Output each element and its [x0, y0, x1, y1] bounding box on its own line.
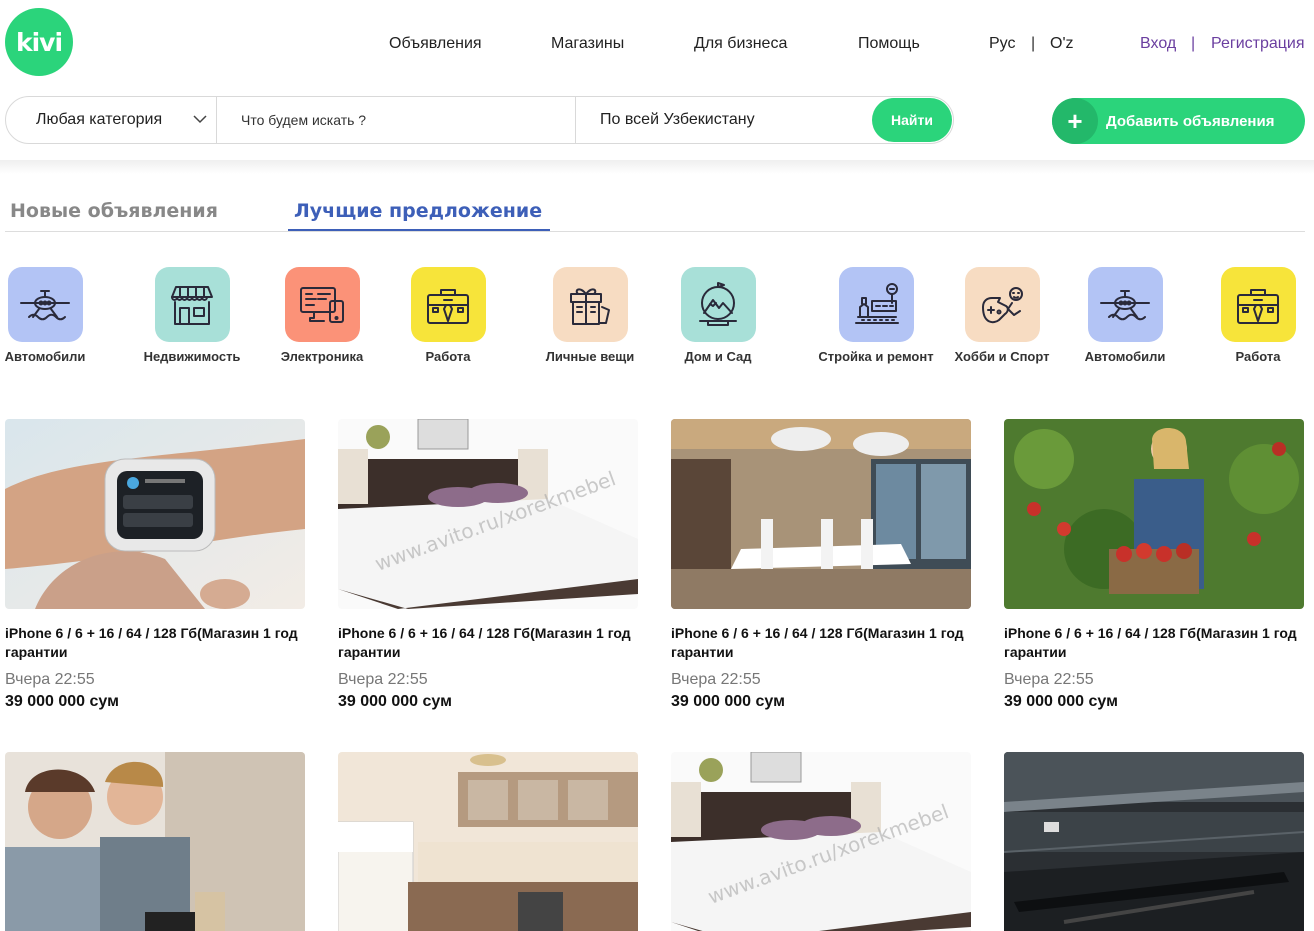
- briefcase-icon: [1220, 267, 1296, 342]
- listing-title[interactable]: iPhone 6 / 6 + 16 / 64 / 128 Гб(Магазин …: [671, 624, 966, 662]
- category-label: Работа: [425, 349, 471, 364]
- listing-title[interactable]: iPhone 6 / 6 + 16 / 64 / 128 Гб(Магазин …: [5, 624, 300, 662]
- search-input[interactable]: [218, 97, 576, 143]
- header-shadow: [0, 160, 1314, 174]
- listing-card[interactable]: [1004, 752, 1304, 931]
- active-tab-indicator: [288, 229, 550, 231]
- tab-best-offers[interactable]: Лучщие предложение: [294, 200, 542, 222]
- category-select-value: Любая категория: [36, 111, 163, 128]
- listing-price: 39 000 000 сум: [5, 693, 119, 710]
- listing-card[interactable]: iPhone 6 / 6 + 16 / 64 / 128 Гб(Магазин …: [671, 419, 971, 711]
- store-icon: [154, 267, 230, 342]
- nav-ads[interactable]: Объявления: [389, 35, 482, 53]
- dining-room-photo[interactable]: [671, 419, 971, 609]
- airplane-icon: [7, 267, 83, 342]
- people-laptop-photo[interactable]: [5, 752, 305, 931]
- category-item[interactable]: Работа: [373, 267, 523, 364]
- add-listing-label: Добавить объявления: [1106, 112, 1275, 130]
- listing-card[interactable]: [5, 752, 305, 931]
- category-label: Работа: [1235, 349, 1281, 364]
- nav-help[interactable]: Помощь: [858, 35, 920, 53]
- search-button[interactable]: Найти: [872, 98, 952, 142]
- mountain-icon: [680, 267, 756, 342]
- kivi-logo[interactable]: kivi: [5, 8, 73, 76]
- apple-picking-photo[interactable]: [1004, 419, 1304, 609]
- search-bar: Любая категория По всей Узбекистану Найт…: [5, 96, 954, 144]
- nav-business[interactable]: Для бизнеса: [694, 35, 787, 53]
- listing-price: 39 000 000 сум: [671, 693, 785, 710]
- gamepad-icon: [964, 267, 1040, 342]
- listing-card[interactable]: iPhone 6 / 6 + 16 / 64 / 128 Гб(Магазин …: [5, 419, 305, 711]
- kitchen-photo[interactable]: [338, 752, 638, 931]
- listing-price: 39 000 000 сум: [1004, 693, 1118, 710]
- tab-new-listings[interactable]: Новые объявления: [10, 200, 218, 222]
- listing-card[interactable]: iPhone 6 / 6 + 16 / 64 / 128 Гб(Магазин …: [1004, 419, 1304, 711]
- category-select[interactable]: Любая категория: [6, 97, 217, 143]
- listing-title[interactable]: iPhone 6 / 6 + 16 / 64 / 128 Гб(Магазин …: [1004, 624, 1299, 662]
- category-label: Дом и Сад: [684, 349, 752, 364]
- tabs-divider: [5, 231, 1305, 232]
- briefcase-icon: [410, 267, 486, 342]
- listing-card[interactable]: [338, 752, 638, 931]
- listing-time: Вчера 22:55: [671, 671, 761, 688]
- listing-time: Вчера 22:55: [338, 671, 428, 688]
- category-item[interactable]: Недвижимость: [117, 267, 267, 364]
- bed-photo[interactable]: www.avito.ru/xorekmebel: [671, 752, 971, 931]
- listing-title[interactable]: iPhone 6 / 6 + 16 / 64 / 128 Гб(Магазин …: [338, 624, 633, 662]
- category-label: Недвижимость: [143, 349, 241, 364]
- smartwatch-photo[interactable]: [5, 419, 305, 609]
- warehouse-photo[interactable]: [1004, 752, 1304, 931]
- lang-ru[interactable]: Рус: [989, 35, 1016, 53]
- airplane-icon: [1087, 267, 1163, 342]
- login-link[interactable]: Вход: [1140, 35, 1176, 53]
- category-item[interactable]: Автомобили: [1050, 267, 1200, 364]
- computer-icon: [284, 267, 360, 342]
- category-item[interactable]: Работа: [1183, 267, 1314, 364]
- chevron-down-icon: [193, 115, 207, 124]
- listing-card[interactable]: www.avito.ru/xorekmebel iPhone 6 / 6 + 16…: [338, 419, 638, 711]
- category-item[interactable]: Автомобили: [0, 267, 120, 364]
- lang-separator: |: [1031, 35, 1036, 52]
- listing-card[interactable]: www.avito.ru/xorekmebel: [671, 752, 971, 931]
- plus-icon: +: [1052, 98, 1098, 144]
- category-item[interactable]: Дом и Сад: [643, 267, 793, 364]
- category-label: Автомобили: [4, 349, 86, 364]
- register-link[interactable]: Регистрация: [1211, 35, 1305, 53]
- listing-time: Вчера 22:55: [5, 671, 95, 688]
- listing-time: Вчера 22:55: [1004, 671, 1094, 688]
- add-listing-button[interactable]: + Добавить объявления: [1052, 98, 1305, 144]
- auth-separator: |: [1191, 35, 1196, 52]
- listing-price: 39 000 000 сум: [338, 693, 452, 710]
- lang-uz[interactable]: O'z: [1050, 35, 1074, 53]
- bed-photo[interactable]: www.avito.ru/xorekmebel: [338, 419, 638, 609]
- nav-shops[interactable]: Магазины: [551, 35, 624, 53]
- region-select[interactable]: По всей Узбекистану: [600, 97, 755, 143]
- gift-icon: [552, 267, 628, 342]
- factory-icon: [838, 267, 914, 342]
- category-label: Автомобили: [1084, 349, 1166, 364]
